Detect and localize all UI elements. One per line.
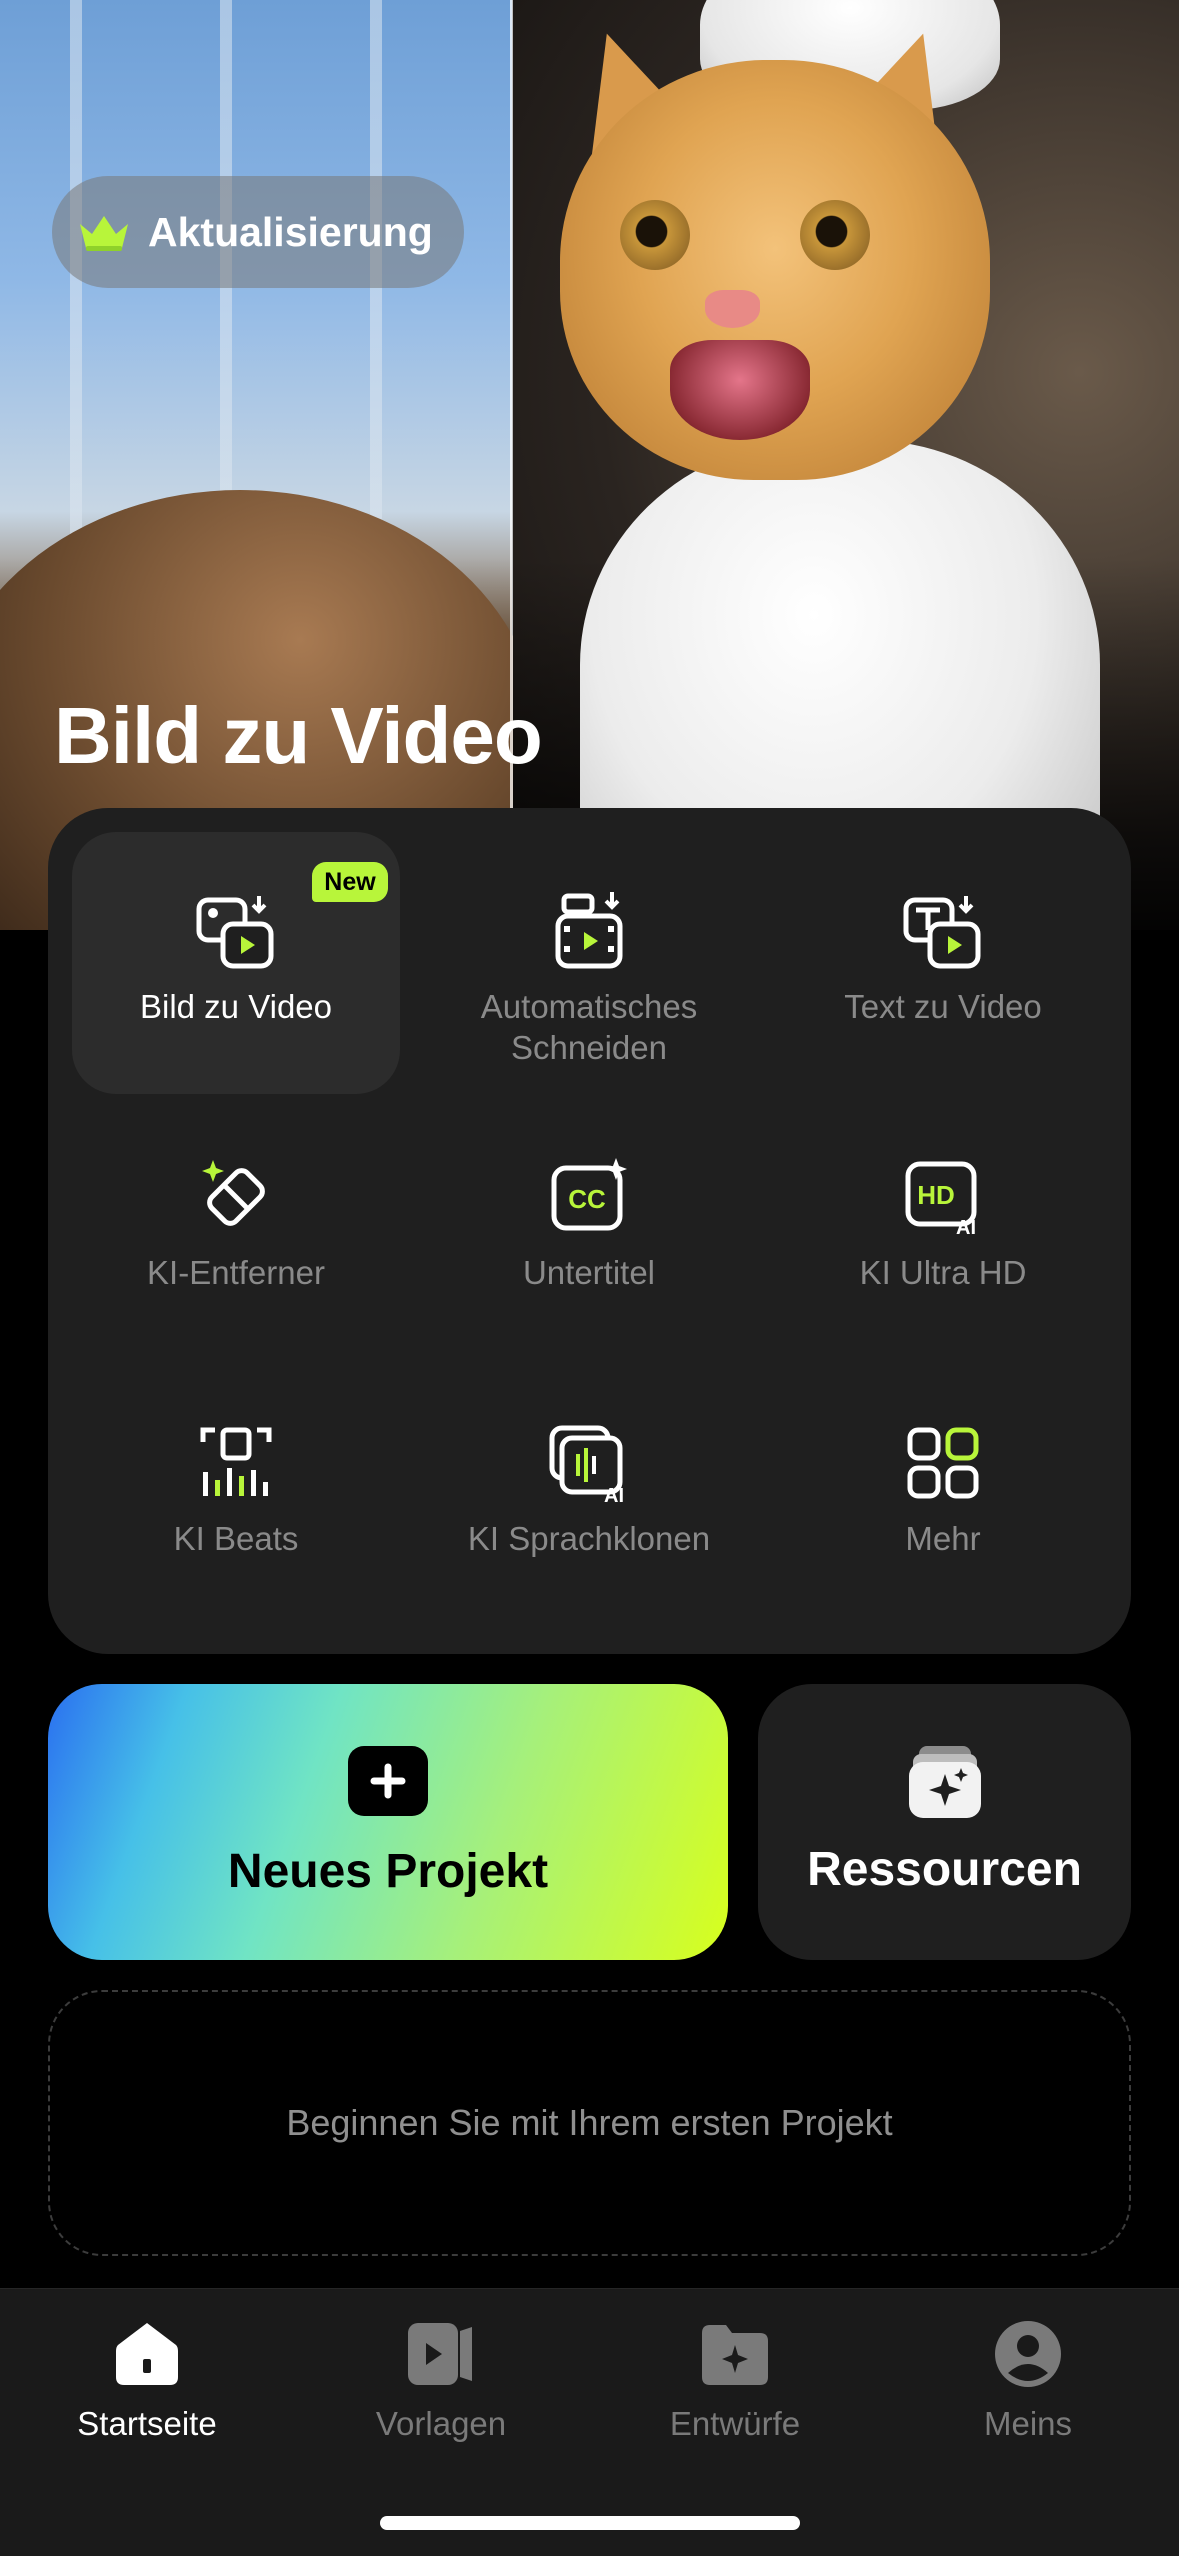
tab-templates[interactable]: Vorlagen xyxy=(321,2319,561,2443)
text-to-video-icon xyxy=(903,896,981,969)
upgrade-button[interactable]: Aktualisierung xyxy=(52,176,464,288)
svg-text:AI: AI xyxy=(604,1485,624,1506)
drafts-folder-icon xyxy=(702,2325,768,2385)
tab-label: Entwürfe xyxy=(669,2405,801,2442)
tab-drafts[interactable]: Entwürfe xyxy=(615,2319,855,2443)
tool-subtitles[interactable]: CC Untertitel xyxy=(425,1098,753,1360)
home-icon xyxy=(116,2323,178,2385)
hero-title: Bild zu Video xyxy=(54,691,543,780)
svg-text:CC: CC xyxy=(568,1184,606,1214)
resources-label: Ressourcen xyxy=(807,1843,1082,1896)
tool-label: KI Beats xyxy=(173,1520,299,1557)
crown-icon xyxy=(80,216,128,251)
tool-label: Mehr xyxy=(905,1520,981,1557)
upgrade-label: Aktualisierung xyxy=(148,208,433,255)
hero-before-image xyxy=(0,0,540,930)
tool-image-to-video[interactable]: New Bild zu Video xyxy=(72,832,400,1094)
svg-text:AI: AI xyxy=(956,1217,976,1239)
tool-ultra-hd[interactable]: HD AI KI Ultra HD xyxy=(779,1098,1107,1360)
plus-icon xyxy=(348,1746,428,1816)
tab-label: Vorlagen xyxy=(375,2405,507,2442)
tab-label: Startseite xyxy=(77,2405,217,2442)
subtitles-icon: CC xyxy=(551,1158,627,1231)
tab-label: Meins xyxy=(983,2405,1073,2442)
tools-grid: New Bild zu Video Automatisches Schneide… xyxy=(48,808,1131,1654)
new-badge: New xyxy=(312,862,388,902)
tool-label: KI Sprachklonen xyxy=(467,1520,711,1557)
tool-label: KI-Entferner xyxy=(147,1254,325,1291)
tool-beats[interactable]: KI Beats xyxy=(72,1364,400,1626)
hero-banner[interactable] xyxy=(0,0,1179,930)
tool-label: KI Ultra HD xyxy=(859,1254,1027,1291)
auto-cut-icon xyxy=(555,892,623,969)
ultra-hd-icon: HD AI xyxy=(905,1161,977,1239)
tool-label: Automatisches Schneiden xyxy=(480,988,698,1066)
templates-icon xyxy=(408,2323,472,2385)
tool-voice-clone[interactable]: AI KI Sprachklonen xyxy=(425,1364,753,1626)
ai-remover-icon xyxy=(202,1160,265,1226)
resources-icon xyxy=(908,1746,981,1818)
tool-ai-remover[interactable]: KI-Entferner xyxy=(72,1098,400,1360)
tool-label: Untertitel xyxy=(522,1254,656,1291)
tab-profile[interactable]: Meins xyxy=(908,2319,1148,2443)
svg-text:HD: HD xyxy=(917,1180,955,1210)
new-project-label: Neues Projekt xyxy=(227,1845,549,1898)
tool-more[interactable]: Mehr xyxy=(779,1364,1107,1626)
new-project-button[interactable]: Neues Projekt xyxy=(48,1684,728,1960)
empty-state-text: Beginnen Sie mit Ihrem ersten Projekt xyxy=(286,2102,893,2143)
voice-clone-icon: AI xyxy=(549,1425,624,1506)
tool-auto-cut[interactable]: Automatisches Schneiden xyxy=(425,832,753,1094)
image-to-video-icon xyxy=(196,896,274,969)
tool-text-to-video[interactable]: Text zu Video xyxy=(779,832,1107,1094)
resources-button[interactable]: Ressourcen xyxy=(758,1684,1131,1960)
tab-home[interactable]: Startseite xyxy=(27,2319,267,2443)
beats-icon xyxy=(200,1427,272,1496)
tool-label: Text zu Video xyxy=(844,988,1042,1025)
tool-label: Bild zu Video xyxy=(139,988,333,1025)
profile-icon xyxy=(995,2321,1061,2387)
home-indicator xyxy=(380,2516,800,2530)
compare-divider xyxy=(510,0,513,810)
more-grid-icon xyxy=(907,1427,979,1499)
empty-projects-placeholder: Beginnen Sie mit Ihrem ersten Projekt xyxy=(48,1990,1131,2256)
